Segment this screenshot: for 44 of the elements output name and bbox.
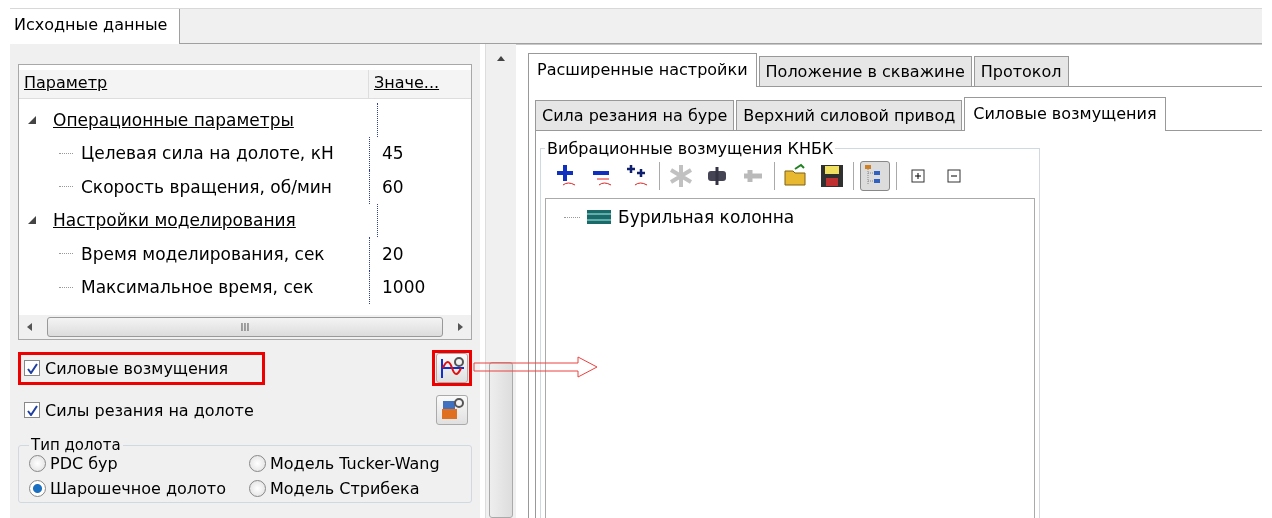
parameter-name: Скорость вращения, об/мин bbox=[81, 176, 332, 197]
radio-button[interactable]: Шарошечное долото bbox=[29, 479, 249, 498]
radio-button[interactable]: Модель Стрибека bbox=[249, 479, 463, 498]
parameter-name: Целевая сила на долоте, кН bbox=[81, 143, 334, 164]
parameter-value[interactable]: 1000 bbox=[382, 277, 426, 298]
tab[interactable]: Протокол bbox=[973, 56, 1069, 86]
settings-button[interactable] bbox=[436, 395, 468, 425]
tree-item[interactable]: Бурильная колонна bbox=[618, 207, 795, 227]
column-header[interactable]: Значе... bbox=[369, 70, 469, 98]
checkmark-icon bbox=[26, 362, 38, 374]
checkbox[interactable]: Силовые возмущения bbox=[18, 351, 266, 385]
radio-button[interactable]: PDC бур bbox=[29, 454, 249, 473]
tab[interactable]: Исходные данные bbox=[10, 9, 181, 44]
scroll-thumb[interactable]: III bbox=[47, 317, 443, 337]
column-header[interactable]: Параметр bbox=[19, 70, 369, 98]
group-label[interactable]: Операционные параметры bbox=[53, 109, 294, 130]
checkmark-icon bbox=[26, 404, 38, 416]
scroll-right-icon bbox=[455, 322, 465, 332]
checkbox[interactable]: Силы резания на долоте bbox=[18, 393, 291, 427]
wave-gear-icon bbox=[439, 356, 465, 380]
settings-button[interactable] bbox=[436, 353, 468, 383]
scroll-up-icon bbox=[496, 54, 506, 62]
folder-icon bbox=[783, 163, 809, 189]
expander-icon bbox=[27, 215, 37, 226]
scroll-left-icon bbox=[25, 322, 35, 332]
parameter-value[interactable]: 45 bbox=[382, 143, 404, 164]
parameter-name: Время моделирования, сек bbox=[81, 243, 325, 264]
collapse-icon bbox=[947, 169, 961, 183]
expand-icon bbox=[911, 169, 925, 183]
parameter-value[interactable]: 20 bbox=[382, 243, 404, 264]
group-label[interactable]: Настройки моделирования bbox=[53, 210, 296, 231]
parameter-name: Максимальное время, сек bbox=[81, 277, 314, 298]
tab[interactable]: Положение в скважине bbox=[758, 56, 972, 86]
tab[interactable]: Расширенные настройки bbox=[528, 53, 757, 87]
expander-icon bbox=[27, 114, 37, 125]
asterisk-icon bbox=[668, 163, 694, 189]
group-title: Тип долота bbox=[30, 436, 122, 454]
tab[interactable]: Силовые возмущения bbox=[964, 97, 1166, 131]
tab[interactable]: Сила резания на буре bbox=[535, 100, 735, 130]
group-title: Вибрационные возмущения КНБК bbox=[546, 139, 835, 158]
radio-button[interactable]: Модель Tucker-Wang bbox=[249, 454, 463, 473]
parameter-value[interactable]: 60 bbox=[382, 176, 404, 197]
tab[interactable]: Верхний силовой привод bbox=[736, 100, 963, 130]
vertical-scrollbar[interactable] bbox=[485, 44, 516, 518]
